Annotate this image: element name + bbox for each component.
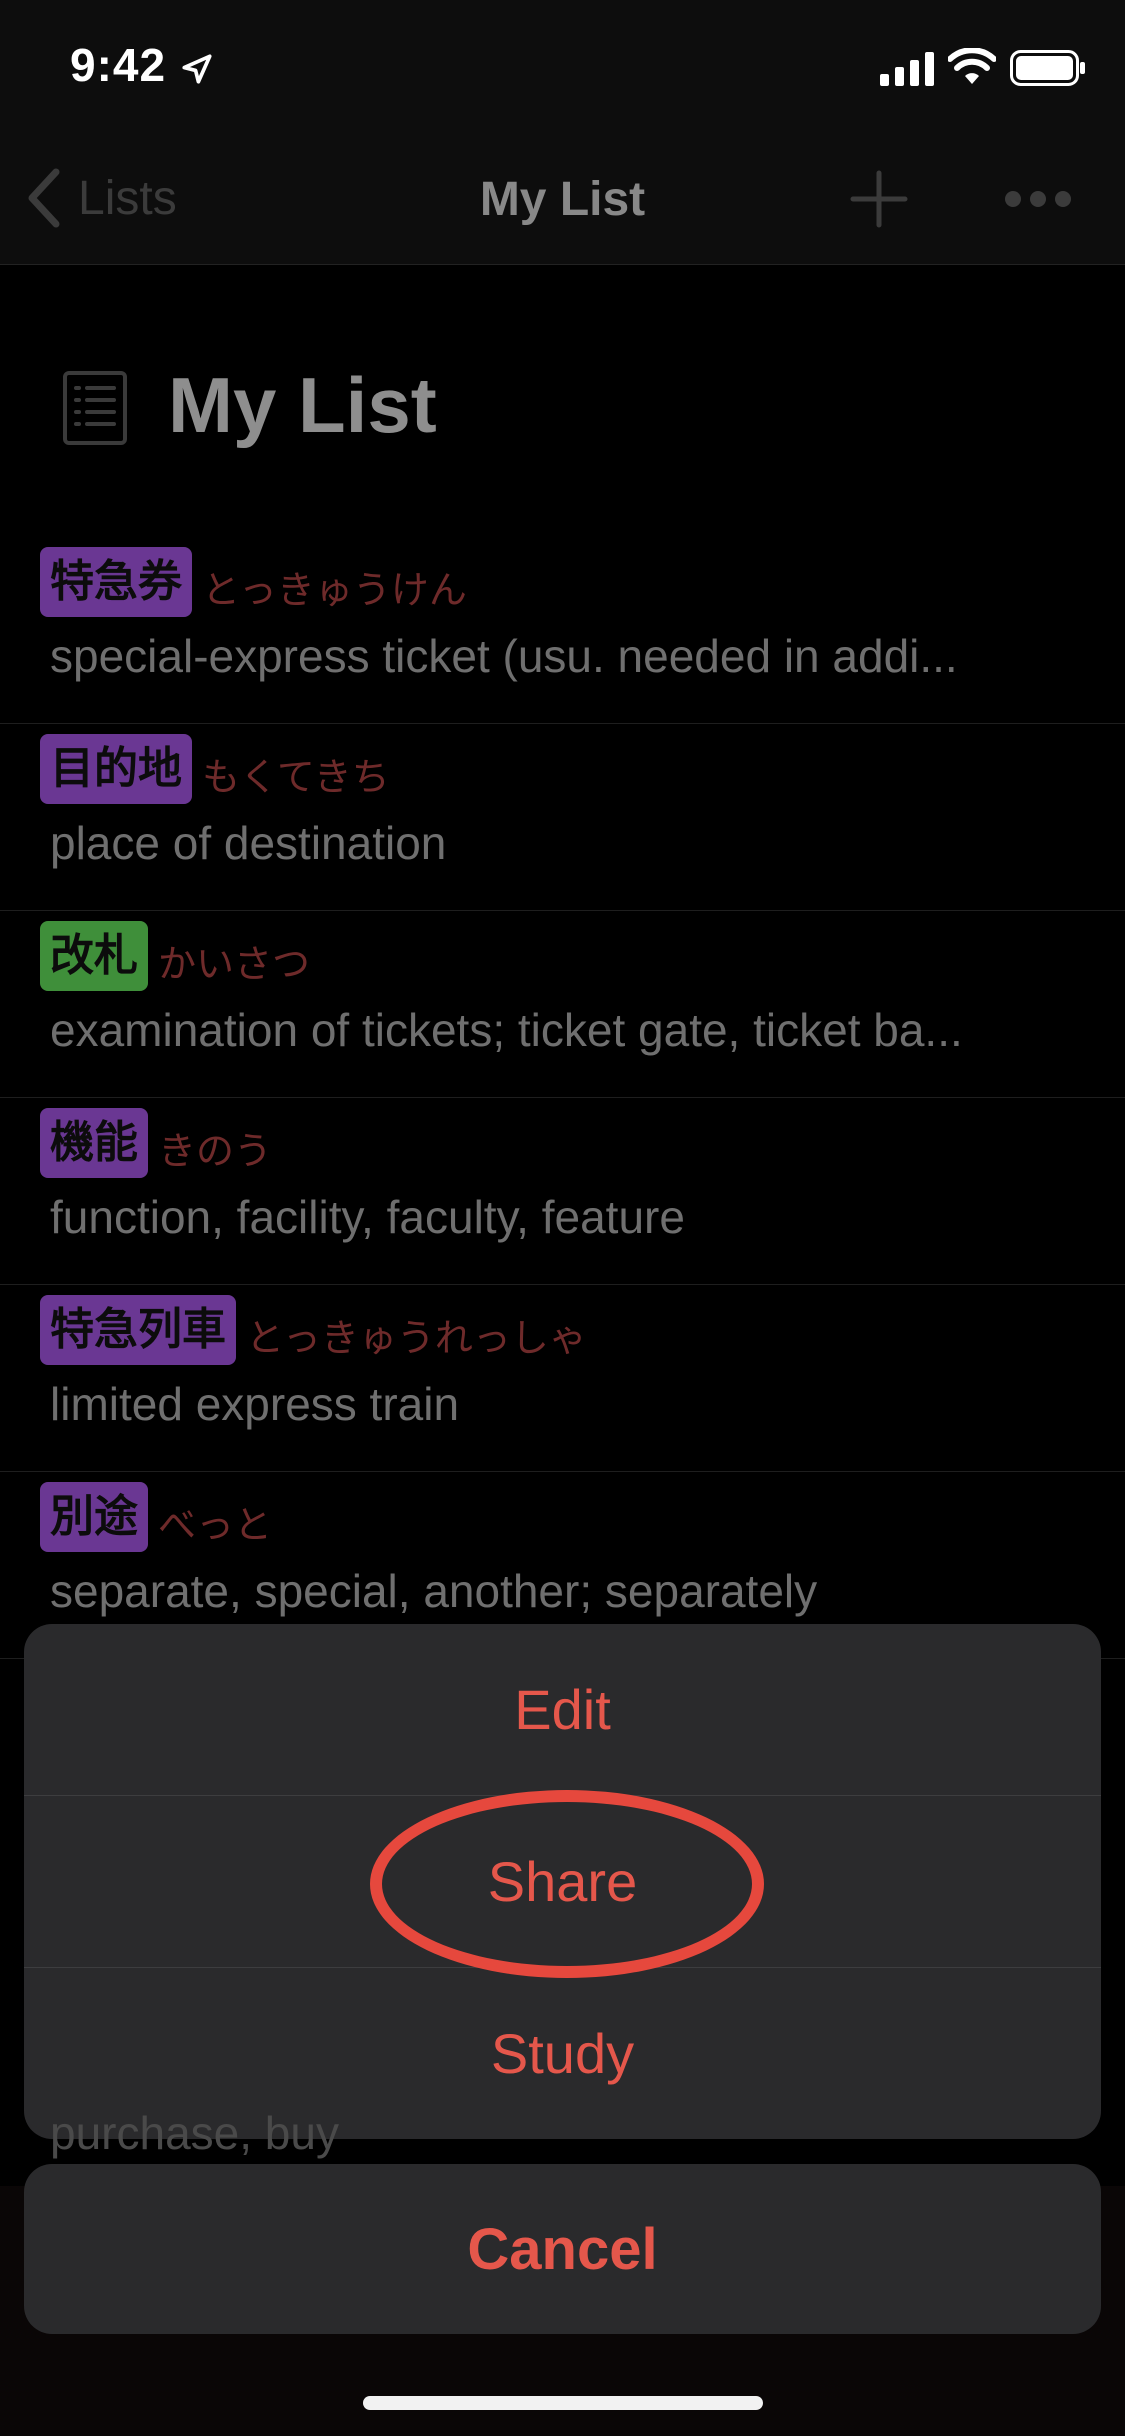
kana-reading: もくてきち	[202, 755, 390, 799]
status-bar: 9:42	[0, 0, 1125, 132]
action-sheet: Edit Share Study	[24, 1624, 1101, 2139]
list-item[interactable]: 特急券 とっきゅうけん special-express ticket (usu. n…	[0, 537, 1125, 724]
screen: 9:42 Lists My List My List 特急券 とっきゅうけん s…	[0, 0, 1125, 2436]
list-item[interactable]: 特急列車 とっきゅうれっしゃ limited express train	[0, 1285, 1125, 1472]
wifi-icon	[948, 48, 996, 84]
meaning-text: function, facility, faculty, feature	[50, 1191, 685, 1243]
add-icon[interactable]	[850, 170, 908, 228]
more-options-icon[interactable]	[1004, 184, 1072, 214]
kana-reading: べっと	[158, 1503, 273, 1547]
share-action[interactable]: Share	[24, 1796, 1101, 1968]
page-title: My List	[168, 361, 437, 449]
location-arrow-icon	[182, 54, 212, 84]
kana-reading: きのう	[158, 1129, 273, 1173]
kanji-tag: 目的地	[40, 734, 192, 804]
list-item[interactable]: 目的地 もくてきち place of destination	[0, 724, 1125, 911]
cancel-button[interactable]: Cancel	[24, 2164, 1101, 2334]
meaning-text: examination of tickets; ticket gate, tic…	[50, 1004, 963, 1056]
edit-action[interactable]: Edit	[24, 1624, 1101, 1796]
kanji-tag: 改札	[40, 921, 148, 991]
kanji-tag: 特急券	[40, 547, 192, 617]
home-indicator[interactable]	[363, 2396, 763, 2410]
cellular-signal-icon	[880, 52, 934, 86]
navigation-bar: Lists My List	[0, 132, 1125, 265]
kanji-tag: 機能	[40, 1108, 148, 1178]
meaning-text: special-express ticket (usu. needed in a…	[50, 630, 958, 682]
partially-hidden-meaning: purchase, buy	[50, 2107, 339, 2159]
meaning-text: place of destination	[50, 817, 447, 869]
kanji-tag: 特急列車	[40, 1295, 236, 1365]
meaning-text: limited express train	[50, 1378, 460, 1430]
kana-reading: とっきゅうれっしゃ	[246, 1316, 587, 1360]
status-time: 9:42	[70, 39, 167, 91]
list-item[interactable]: 改札 かいさつ examination of tickets; ticket gat…	[0, 911, 1125, 1098]
list-item[interactable]: 機能 きのう function, facility, faculty, featur…	[0, 1098, 1125, 1285]
meaning-text: separate, special, another; separately	[50, 1565, 818, 1617]
nav-title: My List	[479, 173, 646, 226]
vocab-list: 特急券 とっきゅうけん special-express ticket (usu. n…	[0, 537, 1125, 1659]
kana-reading: かいさつ	[158, 942, 311, 986]
battery-icon	[1010, 50, 1085, 86]
kana-reading: とっきゅうけん	[202, 568, 467, 612]
kanji-tag: 別途	[40, 1482, 148, 1552]
list-document-icon	[63, 371, 127, 445]
